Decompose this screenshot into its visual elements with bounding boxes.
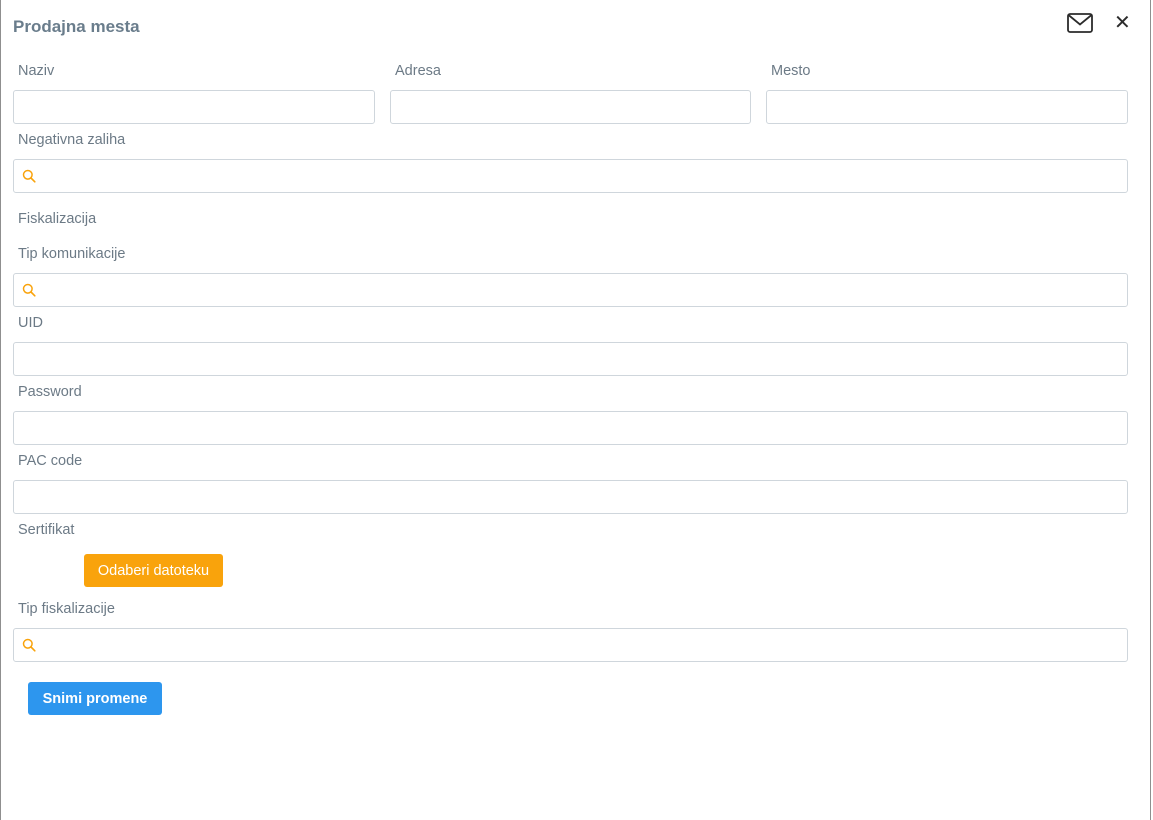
- choose-file-button[interactable]: Odaberi datoteku: [84, 554, 223, 587]
- negativna-zaliha-select[interactable]: [13, 159, 1128, 193]
- uid-input[interactable]: [13, 342, 1128, 376]
- page-title: Prodajna mesta: [13, 17, 140, 36]
- tip-komunikacije-select[interactable]: [13, 273, 1128, 307]
- tip-komunikacije-label: Tip komunikacije: [18, 246, 126, 262]
- adresa-label: Adresa: [395, 63, 441, 79]
- tip-fiskalizacije-select[interactable]: [13, 628, 1128, 662]
- tip-fiskalizacije-input[interactable]: [42, 629, 1119, 661]
- prodajna-mesta-dialog: Prodajna mesta ✕ Naziv Adresa Mesto Nega…: [0, 0, 1151, 820]
- close-icon[interactable]: ✕: [1114, 13, 1131, 33]
- mesto-input[interactable]: [766, 90, 1128, 124]
- mesto-label: Mesto: [771, 63, 811, 79]
- password-label: Password: [18, 384, 82, 400]
- negativna-zaliha-label: Negativna zaliha: [18, 132, 126, 148]
- naziv-input[interactable]: [13, 90, 375, 124]
- fiskalizacija-heading: Fiskalizacija: [18, 211, 97, 227]
- password-input[interactable]: [13, 411, 1128, 445]
- search-icon: [22, 638, 36, 652]
- pac-code-input[interactable]: [13, 480, 1128, 514]
- pac-code-label: PAC code: [18, 453, 83, 469]
- mail-icon[interactable]: [1067, 13, 1093, 33]
- naziv-label: Naziv: [18, 63, 55, 79]
- sertifikat-label: Sertifikat: [18, 522, 75, 538]
- adresa-input[interactable]: [390, 90, 751, 124]
- save-button[interactable]: Snimi promene: [28, 682, 162, 715]
- tip-fiskalizacije-label: Tip fiskalizacije: [18, 601, 115, 617]
- search-icon: [22, 169, 36, 183]
- tip-komunikacije-input[interactable]: [42, 274, 1119, 306]
- negativna-zaliha-input[interactable]: [42, 160, 1119, 192]
- uid-label: UID: [18, 315, 43, 331]
- search-icon: [22, 283, 36, 297]
